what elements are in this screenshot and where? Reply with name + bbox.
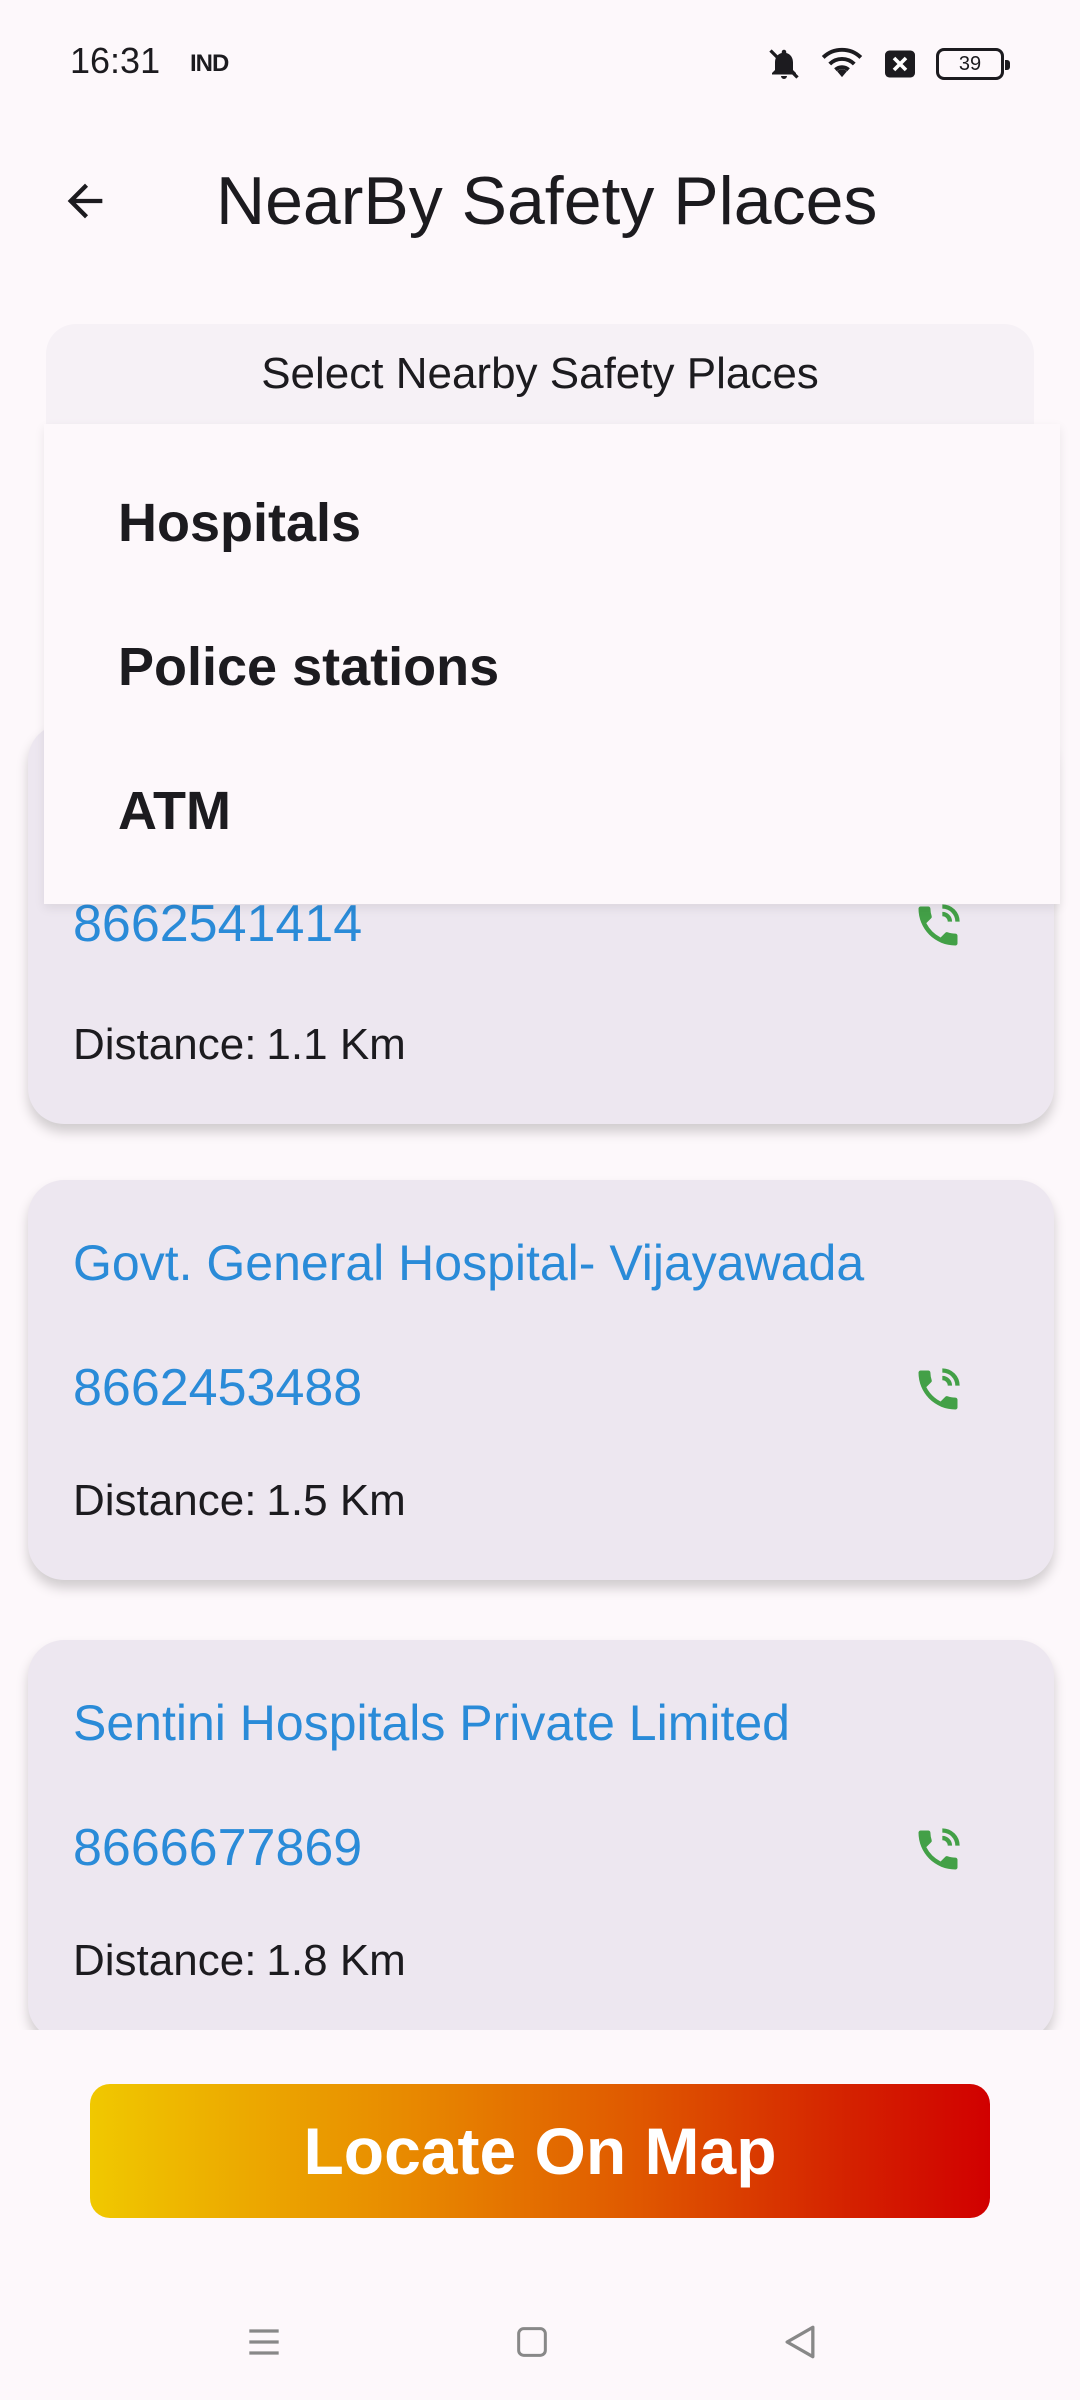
place-name[interactable]: Sentini Hospitals Private Limited	[73, 1694, 790, 1752]
status-icons: 39	[766, 40, 1010, 88]
menu-item-hospitals[interactable]: Hospitals	[118, 492, 361, 554]
place-name[interactable]: Govt. General Hospital- Vijayawada	[73, 1234, 864, 1292]
nav-home-button[interactable]	[502, 2312, 562, 2372]
menu-icon	[249, 2329, 279, 2355]
square-icon	[517, 2327, 547, 2357]
call-button[interactable]	[908, 1820, 968, 1880]
call-button[interactable]	[908, 1360, 968, 1420]
phone-call-icon	[918, 1828, 960, 1870]
status-time: 16:31	[70, 40, 161, 81]
status-bar: 16:31 IND 39	[0, 0, 1080, 120]
distance-value: 1.5 Km	[266, 1476, 406, 1525]
distance-value: 1.1 Km	[266, 1020, 406, 1069]
safety-place-selector[interactable]: Select Nearby Safety Places	[46, 324, 1034, 424]
distance-label: Distance:	[73, 1476, 257, 1525]
battery-level: 39	[958, 52, 982, 75]
nav-recents-button[interactable]	[234, 2312, 294, 2372]
back-button[interactable]	[40, 156, 130, 246]
menu-item-police-stations[interactable]: Police stations	[118, 636, 499, 698]
selector-label: Select Nearby Safety Places	[261, 349, 819, 398]
status-carrier: IND	[190, 50, 229, 77]
bell-off-icon	[766, 46, 802, 82]
place-card: Govt. General Hospital- Vijayawada 86624…	[28, 1180, 1054, 1580]
nav-back-button[interactable]	[770, 2312, 830, 2372]
place-distance: Distance: 1.5 Km	[73, 1476, 406, 1526]
dropdown-menu: Hospitals Police stations ATM	[44, 424, 1060, 904]
system-nav-bar	[0, 2280, 1080, 2400]
bottom-action-area: Locate On Map	[0, 2030, 1080, 2280]
place-distance: Distance: 1.8 Km	[73, 1936, 406, 1986]
locate-on-map-button[interactable]: Locate On Map	[90, 2084, 990, 2218]
app-bar: NearBy Safety Places	[0, 120, 1080, 270]
phone-call-icon	[918, 1368, 960, 1410]
battery-icon: 39	[936, 48, 1010, 80]
call-button[interactable]	[908, 896, 968, 956]
arrow-left-icon	[67, 183, 103, 219]
distance-value: 1.8 Km	[266, 1936, 406, 1985]
phone-call-icon	[918, 904, 960, 946]
distance-label: Distance:	[73, 1020, 257, 1069]
place-distance: Distance: 1.1 Km	[73, 1020, 406, 1070]
triangle-back-icon	[785, 2325, 815, 2359]
place-phone[interactable]: 8662453488	[73, 1358, 362, 1418]
distance-label: Distance:	[73, 1936, 257, 1985]
data-off-icon	[882, 46, 918, 82]
wifi-icon	[820, 46, 864, 82]
menu-item-atm[interactable]: ATM	[118, 780, 231, 842]
page-title: NearBy Safety Places	[216, 163, 878, 239]
place-card: Sentini Hospitals Private Limited 866667…	[28, 1640, 1054, 2040]
place-phone[interactable]: 8666677869	[73, 1818, 362, 1878]
